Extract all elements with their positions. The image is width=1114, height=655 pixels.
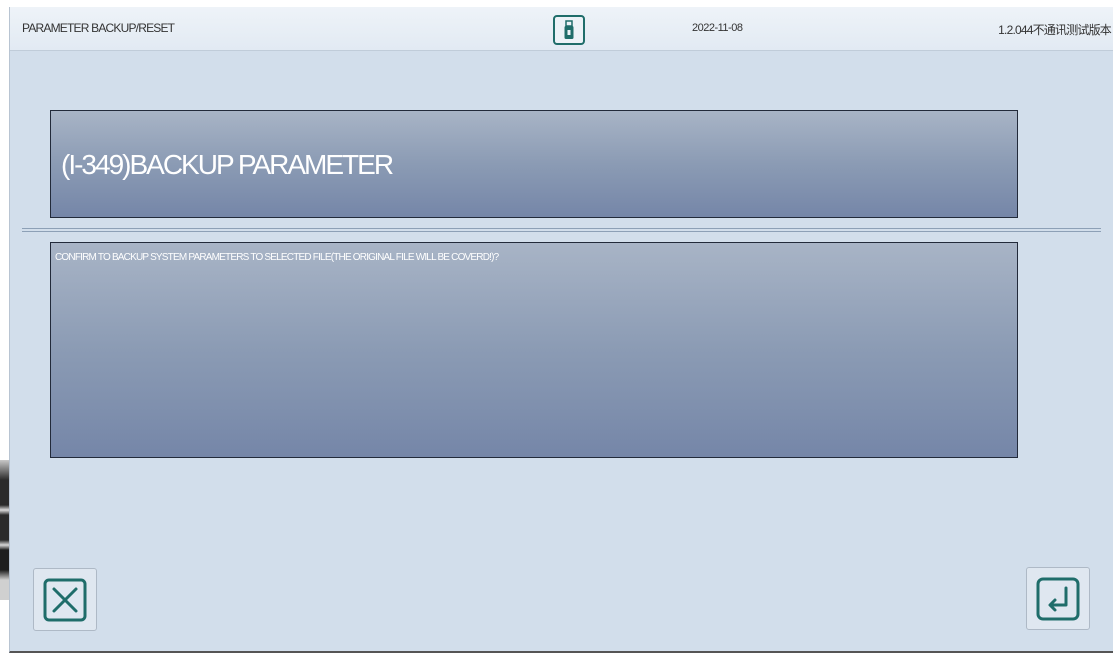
parameter-backup-screen: PARAMETER BACKUP/RESET 2022-11-08 1.2.04… — [9, 7, 1113, 653]
divider — [22, 228, 1101, 232]
dialog-heading: (I-349)BACKUP PARAMETER — [61, 149, 394, 180]
dialog-message: CONFIRM TO BACKUP SYSTEM PARAMETERS TO S… — [55, 252, 499, 263]
page-title: PARAMETER BACKUP/RESET — [22, 21, 175, 35]
dialog-message-panel: CONFIRM TO BACKUP SYSTEM PARAMETERS TO S… — [50, 242, 1018, 458]
dialog-heading-panel: (I-349)BACKUP PARAMETER — [50, 110, 1018, 218]
date-display: 2022-11-08 — [692, 22, 743, 34]
enter-icon — [1036, 577, 1080, 621]
usb-drive-icon[interactable] — [553, 15, 585, 45]
background-window-edge — [0, 460, 9, 600]
confirm-button[interactable] — [1026, 567, 1090, 630]
version-label: 1.2.044不通讯测试版本 — [998, 23, 1112, 37]
cancel-button[interactable] — [33, 568, 97, 631]
top-bar: PARAMETER BACKUP/RESET 2022-11-08 1.2.04… — [10, 7, 1113, 51]
close-icon — [43, 578, 87, 622]
